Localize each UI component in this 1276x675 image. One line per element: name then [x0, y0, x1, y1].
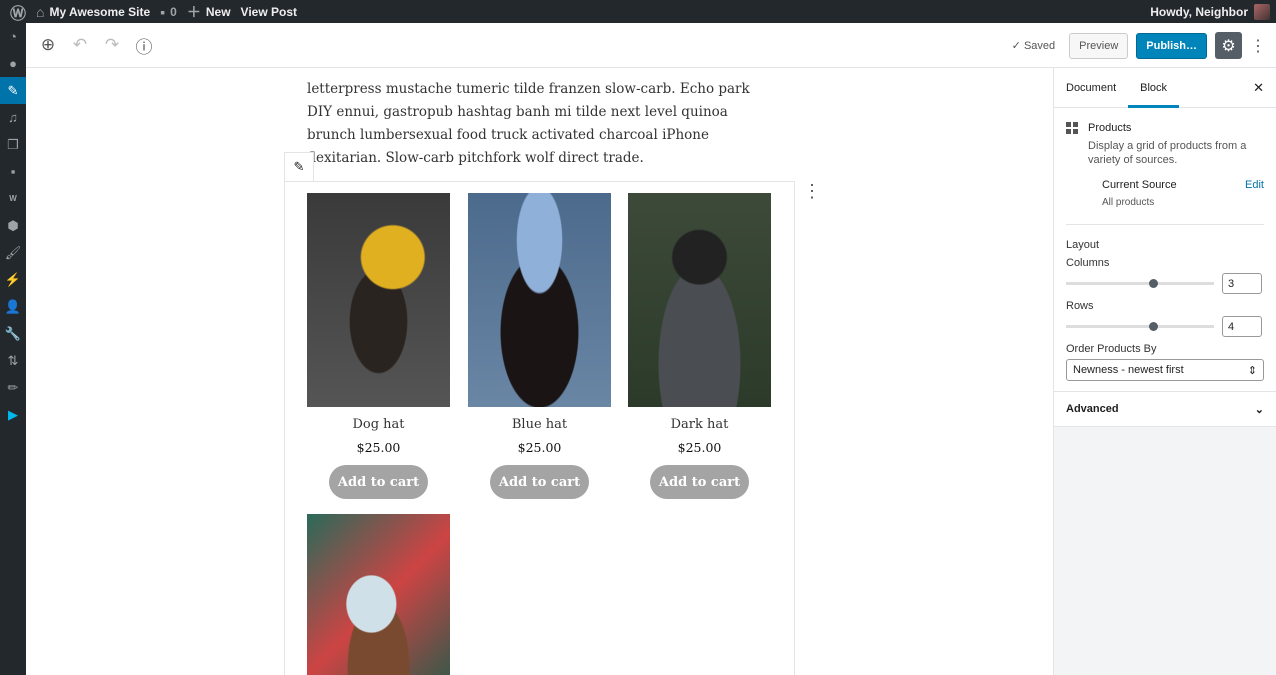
- editor-toolbar: ⊕ ↶ ↷ ⓘ ✓ Saved Preview Publish… ⚙ ⋮: [26, 23, 1276, 68]
- columns-label: Columns: [1066, 257, 1110, 269]
- product-card: Blue hat $25.00 Add to cart: [468, 193, 611, 499]
- columns-slider[interactable]: [1066, 279, 1214, 288]
- users-icon[interactable]: 👤: [0, 293, 26, 320]
- comment-count: 0: [170, 4, 177, 19]
- advanced-label: Advanced: [1066, 403, 1119, 415]
- product-image[interactable]: [307, 193, 450, 407]
- dashboard-icon[interactable]: ◔: [0, 23, 26, 50]
- products-block[interactable]: Dog hat $25.00 Add to cart Blue hat $25.…: [284, 181, 795, 675]
- undo-icon[interactable]: ↶: [70, 35, 90, 55]
- wordpress-logo-icon[interactable]: Ⓦ: [10, 0, 26, 24]
- new-label: New: [205, 4, 231, 19]
- info-icon[interactable]: ⓘ: [134, 33, 154, 58]
- media-icon[interactable]: ♫: [0, 104, 26, 131]
- add-to-cart-button[interactable]: Add to cart: [490, 465, 589, 499]
- new-link[interactable]: ＋ New: [187, 2, 231, 22]
- product-image[interactable]: [628, 193, 771, 407]
- order-value: Newness - newest first: [1073, 364, 1184, 376]
- rows-input[interactable]: 4: [1222, 316, 1262, 337]
- order-select[interactable]: Newness - newest first ⇕: [1066, 359, 1264, 381]
- plus-icon: ＋: [186, 3, 201, 20]
- block-description: Display a grid of products from a variet…: [1088, 140, 1247, 166]
- source-value: All products: [1102, 197, 1155, 208]
- add-block-icon[interactable]: ⊕: [38, 35, 58, 55]
- close-icon[interactable]: ✕: [1253, 80, 1264, 96]
- more-menu-icon[interactable]: ⋮: [1250, 36, 1266, 56]
- plugins-icon[interactable]: ⚡: [0, 266, 26, 293]
- product-price: $25.00: [677, 440, 722, 455]
- account-menu[interactable]: Howdy, Neighbor: [1150, 0, 1270, 23]
- redo-icon[interactable]: ↷: [102, 35, 122, 55]
- woocommerce-icon[interactable]: W: [0, 185, 26, 212]
- product-name[interactable]: Blue hat: [468, 417, 611, 432]
- site-link[interactable]: ⌂ My Awesome Site: [36, 4, 150, 20]
- block-panel: Products Display a grid of products from…: [1054, 108, 1276, 391]
- product-card: Dark hat $25.00 Add to cart: [628, 193, 771, 499]
- rows-slider[interactable]: [1066, 322, 1214, 331]
- comment-icon: ▪: [160, 3, 166, 20]
- product-card: [307, 514, 450, 675]
- editor-content: letterpress mustache tumeric tilde franz…: [26, 68, 1054, 675]
- product-name[interactable]: Dark hat: [628, 417, 771, 432]
- product-image[interactable]: [468, 193, 611, 407]
- settings-icon[interactable]: ⇅: [0, 347, 26, 374]
- saved-status: ✓ Saved: [1011, 40, 1056, 52]
- product-name[interactable]: Dog hat: [307, 417, 450, 432]
- add-to-cart-button[interactable]: Add to cart: [650, 465, 749, 499]
- source-label: Current Source: [1102, 179, 1177, 191]
- product-price: $25.00: [517, 440, 562, 455]
- publish-button[interactable]: Publish…: [1136, 32, 1207, 59]
- block-more-options-icon[interactable]: ⋮: [803, 182, 821, 200]
- appearance-brush-icon[interactable]: 🖌: [0, 239, 26, 266]
- tab-block[interactable]: Block: [1128, 68, 1180, 108]
- edit-source-link[interactable]: Edit: [1245, 179, 1264, 191]
- view-post-link[interactable]: View Post: [241, 5, 297, 19]
- tab-document[interactable]: Document: [1054, 68, 1128, 108]
- layout-heading: Layout: [1066, 239, 1100, 251]
- pencil-icon[interactable]: ✏: [0, 374, 26, 401]
- site-name: My Awesome Site: [49, 4, 151, 19]
- order-label: Order Products By: [1066, 343, 1157, 355]
- pages-icon[interactable]: ❐: [0, 131, 26, 158]
- avatar: [1254, 3, 1270, 20]
- columns-input[interactable]: 3: [1222, 273, 1262, 294]
- rows-label: Rows: [1066, 300, 1094, 312]
- comments-icon[interactable]: ▪: [0, 158, 26, 185]
- home-icon: ⌂: [36, 3, 45, 20]
- comments-link[interactable]: ▪ 0: [160, 4, 177, 20]
- product-image[interactable]: [307, 514, 450, 675]
- posts-pin-icon[interactable]: ✎: [0, 77, 26, 104]
- product-card: Dog hat $25.00 Add to cart: [307, 193, 450, 499]
- edit-pencil-icon[interactable]: ✎: [284, 152, 314, 182]
- select-arrows-icon: ⇕: [1247, 364, 1257, 377]
- add-to-cart-button[interactable]: Add to cart: [329, 465, 428, 499]
- settings-sidebar: Document Block ✕ Products Display a grid…: [1053, 68, 1276, 675]
- admin-bar: Ⓦ ⌂ My Awesome Site ▪ 0 ＋ New View Post How…: [0, 0, 1276, 23]
- grid-icon: [1066, 122, 1078, 134]
- block-title: Products: [1088, 122, 1132, 134]
- products-box-icon[interactable]: ⬢: [0, 212, 26, 239]
- jetpack-icon[interactable]: ●: [0, 50, 26, 77]
- saved-label: Saved: [1023, 40, 1056, 52]
- play-icon[interactable]: ▶: [0, 401, 26, 428]
- howdy-label: Howdy, Neighbor: [1150, 4, 1248, 19]
- product-price: $25.00: [356, 440, 401, 455]
- advanced-panel-toggle[interactable]: Advanced ⌄: [1054, 391, 1276, 427]
- paragraph-block[interactable]: letterpress mustache tumeric tilde franz…: [307, 78, 777, 170]
- tools-wrench-icon[interactable]: 🔧: [0, 320, 26, 347]
- admin-menu: ◔ ● ✎ ♫ ❐ ▪ W ⬢ 🖌 ⚡ 👤 🔧 ⇅ ✏ ▶: [0, 23, 26, 675]
- preview-button[interactable]: Preview: [1069, 32, 1129, 59]
- settings-gear-icon[interactable]: ⚙: [1215, 32, 1242, 59]
- chevron-down-icon: ⌄: [1254, 403, 1264, 416]
